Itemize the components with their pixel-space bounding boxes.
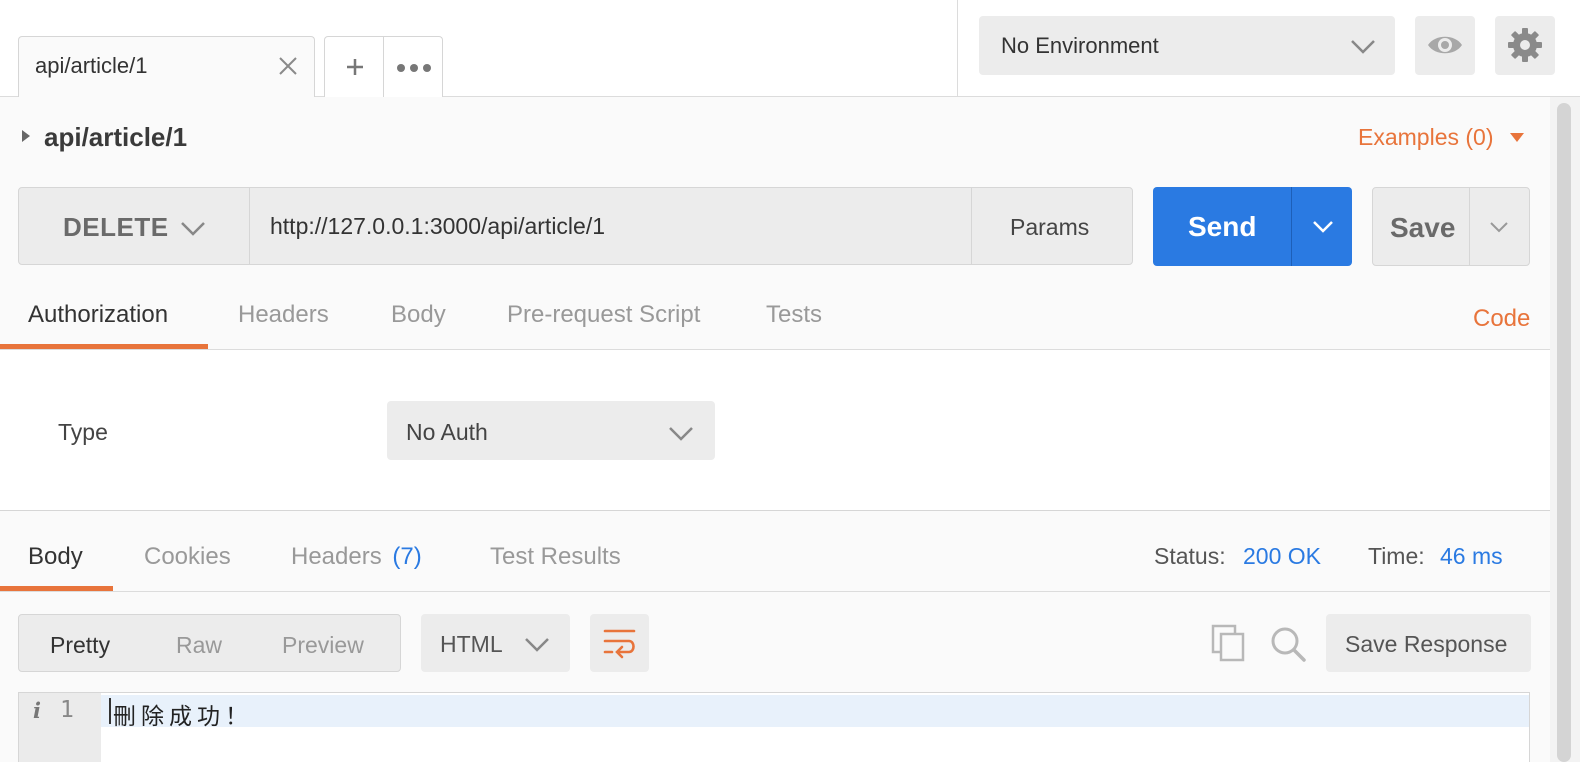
text-cursor bbox=[109, 698, 111, 724]
scrollbar-thumb[interactable] bbox=[1557, 103, 1571, 762]
caret-right-icon[interactable] bbox=[22, 130, 30, 142]
save-response-button[interactable]: Save Response bbox=[1326, 614, 1531, 672]
info-icon: i bbox=[33, 698, 41, 723]
code-link[interactable]: Code bbox=[1473, 305, 1530, 333]
response-tab-headers[interactable]: Headers (7) bbox=[291, 543, 422, 571]
view-mode-pretty[interactable]: Pretty bbox=[50, 632, 110, 659]
response-tabs-divider bbox=[0, 591, 1550, 592]
copy-icon[interactable] bbox=[1209, 624, 1247, 667]
send-button-label: Send bbox=[1188, 211, 1257, 242]
status-label: Status: bbox=[1154, 543, 1226, 569]
request-tab-active[interactable]: api/article/1 bbox=[18, 36, 315, 98]
response-tab-cookies[interactable]: Cookies bbox=[144, 543, 231, 571]
auth-type-select[interactable]: No Auth bbox=[387, 401, 715, 460]
environment-select[interactable]: No Environment bbox=[979, 16, 1395, 75]
send-button[interactable]: Send bbox=[1153, 187, 1291, 266]
wrap-lines-icon bbox=[603, 629, 636, 659]
save-dropdown-button[interactable] bbox=[1469, 187, 1530, 266]
search-icon[interactable] bbox=[1268, 624, 1308, 669]
response-tab-body[interactable]: Body bbox=[28, 543, 83, 571]
wrap-lines-button[interactable] bbox=[590, 614, 649, 672]
chevron-down-icon bbox=[1313, 221, 1333, 233]
response-tab-headers-label: Headers bbox=[291, 543, 382, 570]
headers-count-badge: (7) bbox=[392, 543, 422, 570]
tab-headers[interactable]: Headers bbox=[238, 301, 329, 329]
save-button[interactable]: Save bbox=[1372, 187, 1470, 266]
active-tab-indicator bbox=[0, 344, 208, 349]
settings-button[interactable] bbox=[1495, 16, 1555, 75]
caret-down-icon[interactable] bbox=[1510, 133, 1524, 142]
examples-link[interactable]: Examples (0) bbox=[1358, 124, 1493, 151]
save-button-label: Save bbox=[1390, 212, 1456, 243]
request-name[interactable]: api/article/1 bbox=[44, 122, 187, 153]
view-mode-group: Pretty Raw Preview bbox=[18, 614, 401, 672]
close-icon[interactable] bbox=[275, 53, 301, 79]
format-select[interactable]: HTML bbox=[421, 614, 570, 672]
format-select-value: HTML bbox=[440, 631, 503, 657]
time-value[interactable]: 46 ms bbox=[1440, 543, 1503, 570]
status-value[interactable]: 200 OK bbox=[1243, 543, 1321, 570]
chevron-down-icon bbox=[525, 638, 549, 652]
time-label: Time: bbox=[1368, 543, 1425, 569]
chevron-down-icon bbox=[1351, 40, 1375, 54]
view-mode-raw[interactable]: Raw bbox=[176, 632, 222, 659]
authorization-panel bbox=[0, 350, 1550, 510]
auth-type-select-value: No Auth bbox=[406, 419, 488, 445]
chevron-down-icon bbox=[181, 222, 205, 236]
active-line-highlight bbox=[101, 695, 1529, 727]
line-number: 1 bbox=[60, 697, 74, 723]
save-response-label: Save Response bbox=[1345, 631, 1508, 657]
auth-type-label: Type bbox=[58, 419, 108, 445]
response-tab-test-results[interactable]: Test Results bbox=[490, 543, 621, 571]
view-mode-preview[interactable]: Preview bbox=[282, 632, 364, 659]
method-select-value: DELETE bbox=[63, 212, 169, 242]
url-input[interactable] bbox=[249, 187, 972, 265]
environment-select-value: No Environment bbox=[1001, 33, 1159, 58]
tab-authorization[interactable]: Authorization bbox=[28, 301, 168, 329]
request-tab-label: api/article/1 bbox=[35, 53, 148, 78]
more-tabs-button[interactable] bbox=[383, 36, 443, 97]
chevron-down-icon bbox=[1490, 222, 1508, 233]
method-select[interactable]: DELETE bbox=[18, 187, 250, 265]
params-button-label: Params bbox=[1010, 214, 1090, 240]
tab-tests[interactable]: Tests bbox=[766, 301, 822, 329]
eye-icon bbox=[1428, 36, 1462, 54]
tab-body[interactable]: Body bbox=[391, 301, 446, 329]
more-icon bbox=[397, 64, 431, 72]
gear-icon bbox=[1508, 28, 1542, 62]
response-body-line[interactable]: 刪除成功！ bbox=[113, 697, 253, 731]
new-tab-button[interactable] bbox=[324, 36, 384, 97]
chevron-down-icon bbox=[669, 427, 693, 441]
tab-pre-request-script[interactable]: Pre-request Script bbox=[507, 301, 700, 329]
environment-quick-look-button[interactable] bbox=[1415, 16, 1475, 75]
params-button[interactable]: Params bbox=[971, 187, 1133, 265]
send-dropdown-button[interactable] bbox=[1291, 187, 1352, 266]
plus-icon bbox=[347, 59, 363, 75]
